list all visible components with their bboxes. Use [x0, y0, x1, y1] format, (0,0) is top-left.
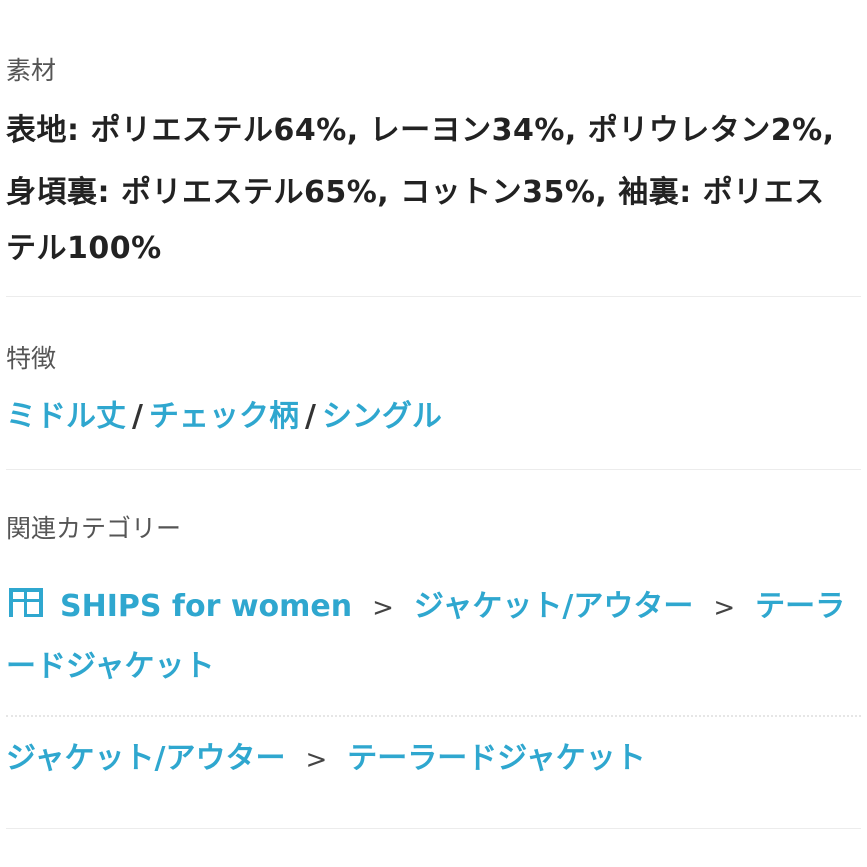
divider-breadcrumbs — [6, 715, 861, 717]
category-link-tailored-jacket[interactable]: テーラ — [755, 589, 845, 624]
breadcrumb-arrow: > — [713, 593, 736, 623]
divider-features — [6, 469, 861, 470]
material-line-3: テル100% — [6, 231, 162, 266]
shop-link[interactable]: SHIPS for women — [60, 589, 352, 624]
breadcrumb-shop-continued: ードジャケット — [6, 652, 215, 682]
feature-tag-single[interactable]: シングル — [322, 399, 442, 434]
related-label: 関連カテゴリー — [6, 514, 182, 543]
category-link-jacket-outer[interactable]: ジャケット/アウター — [6, 741, 285, 776]
feature-tag-check-pattern[interactable]: チェック柄 — [149, 399, 299, 434]
material-line-1: 表地: ポリエステル64%, レーヨン34%, ポリウレタン2%, — [6, 113, 835, 148]
material-line-2: 身頃裏: ポリエステル65%, コットン35%, 袖裏: ポリエス — [6, 175, 825, 210]
divider-material — [6, 296, 861, 297]
feature-tag-midi-length[interactable]: ミドル丈 — [6, 399, 126, 434]
category-link-tailored-jacket-continued[interactable]: ードジャケット — [6, 649, 215, 684]
shop-icon — [6, 585, 46, 625]
material-label: 素材 — [6, 56, 57, 85]
breadcrumb-shop: SHIPS for women > ジャケット/アウター > テーラ — [6, 585, 845, 625]
feature-tags: ミドル丈 / チェック柄 / シングル — [6, 402, 442, 432]
breadcrumb-arrow: > — [305, 745, 328, 775]
feature-separator: / — [132, 399, 143, 434]
category-link-tailored-jacket[interactable]: テーラードジャケット — [347, 741, 646, 776]
feature-separator: / — [304, 399, 316, 434]
breadcrumb-arrow: > — [372, 593, 394, 623]
divider-bottom — [6, 828, 861, 829]
features-label: 特徴 — [6, 344, 57, 373]
category-link-jacket-outer[interactable]: ジャケット/アウター — [414, 589, 693, 624]
breadcrumb-category: ジャケット/アウター > テーラードジャケット — [6, 744, 646, 774]
